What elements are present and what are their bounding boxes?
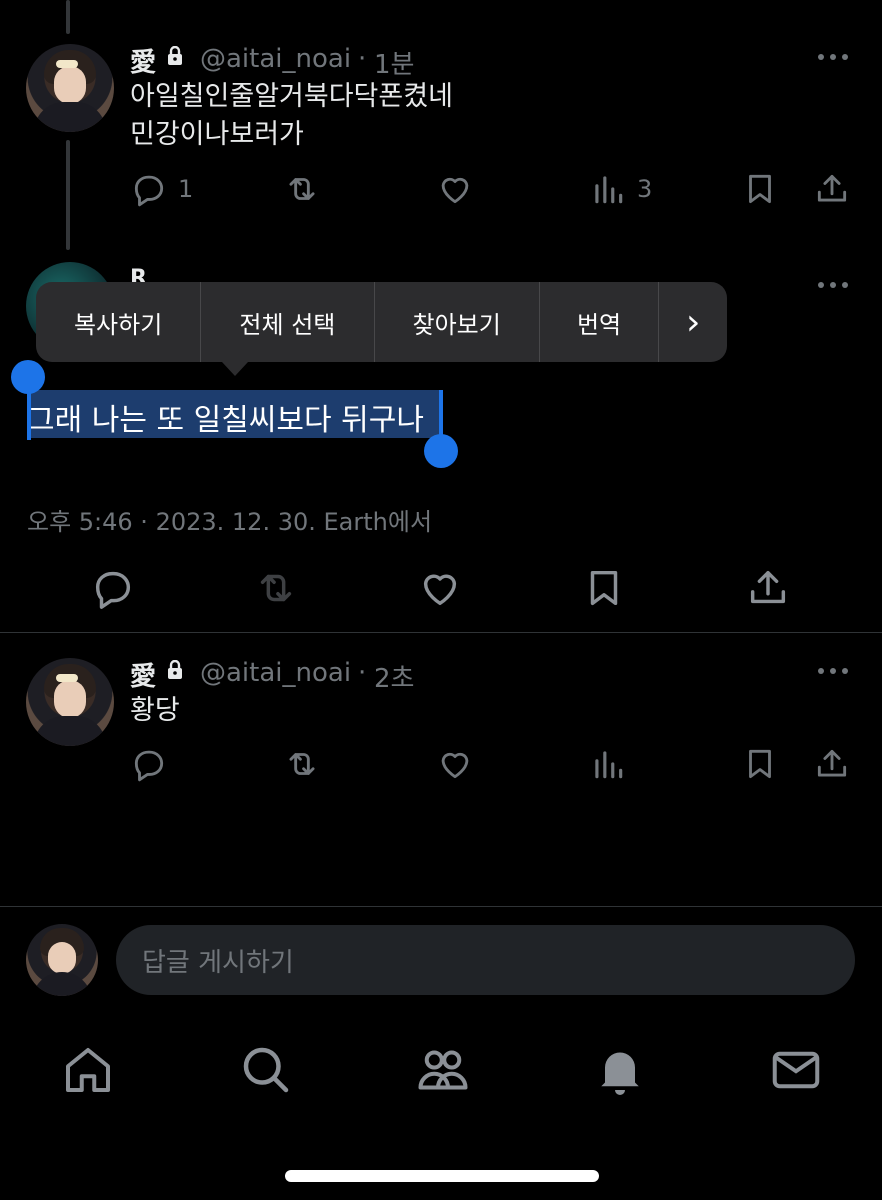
tweet-text: 황당 bbox=[130, 695, 180, 726]
retweet-icon bbox=[260, 574, 292, 602]
views-icon bbox=[595, 751, 623, 779]
tweet-text-line: 아일칠인줄알거북다닥폰켰네 bbox=[130, 81, 453, 112]
selected-tweet-text[interactable]: 그래 나는 또 일칠씨보다 뒤구나 bbox=[27, 395, 424, 439]
reply-button[interactable] bbox=[90, 565, 136, 611]
like-button[interactable] bbox=[436, 170, 474, 208]
display-name[interactable]: 愛 bbox=[130, 42, 156, 79]
bookmark-icon bbox=[749, 174, 771, 204]
notifications-icon bbox=[601, 1052, 639, 1095]
nav-search[interactable] bbox=[236, 1040, 296, 1100]
reply-icon bbox=[95, 571, 131, 609]
search-icon bbox=[243, 1047, 289, 1093]
home-indicator[interactable] bbox=[285, 1170, 599, 1182]
nav-home[interactable] bbox=[58, 1040, 118, 1100]
reply-button[interactable] bbox=[130, 745, 168, 783]
menu-item-translate[interactable]: 번역 bbox=[540, 282, 660, 362]
menu-item-look-up[interactable]: 찾아보기 bbox=[375, 282, 540, 362]
views-icon bbox=[595, 176, 623, 204]
more-options-icon[interactable] bbox=[818, 664, 854, 678]
separator-dot: · bbox=[358, 658, 367, 688]
reply-count: 1 bbox=[178, 175, 194, 203]
retweet-icon bbox=[289, 178, 315, 200]
menu-more-chevron-icon[interactable]: › bbox=[659, 282, 727, 362]
bookmark-icon bbox=[749, 749, 771, 779]
menu-item-copy[interactable]: 복사하기 bbox=[36, 282, 202, 362]
thread-connector-line bbox=[66, 140, 70, 250]
menu-item-select-all[interactable]: 전체 선택 bbox=[201, 282, 375, 362]
tweet-time[interactable]: 1분 bbox=[374, 44, 414, 81]
text-selection-context-menu: 복사하기 전체 선택 찾아보기 번역 › bbox=[36, 282, 727, 362]
like-icon bbox=[441, 177, 469, 204]
reply-placeholder: 답글 게시하기 bbox=[142, 947, 294, 978]
avatar[interactable] bbox=[26, 658, 114, 746]
avatar[interactable] bbox=[26, 44, 114, 132]
share-icon bbox=[817, 174, 847, 202]
reply-button[interactable]: 1 bbox=[130, 170, 193, 208]
bookmark-icon bbox=[590, 570, 618, 606]
views-button[interactable] bbox=[589, 745, 627, 783]
retweet-button bbox=[253, 565, 299, 611]
user-handle[interactable]: @aitai_noai bbox=[200, 44, 351, 74]
retweet-button[interactable] bbox=[283, 745, 321, 783]
reply-icon bbox=[134, 175, 164, 207]
section-divider bbox=[0, 632, 882, 633]
reply-icon bbox=[134, 750, 164, 782]
nav-communities[interactable] bbox=[413, 1040, 473, 1100]
like-button[interactable] bbox=[436, 745, 474, 783]
thread-connector-line bbox=[66, 0, 70, 34]
views-button[interactable]: 3 bbox=[589, 170, 652, 208]
messages-icon bbox=[772, 1051, 820, 1089]
avatar[interactable] bbox=[26, 924, 98, 996]
nav-messages[interactable] bbox=[766, 1040, 826, 1100]
reply-input[interactable]: 답글 게시하기 bbox=[116, 925, 855, 995]
tweet-text-line: 민강이나보러가 bbox=[130, 119, 304, 150]
bookmark-button[interactable] bbox=[741, 745, 779, 783]
more-options-icon[interactable] bbox=[818, 278, 854, 292]
bookmark-button[interactable] bbox=[581, 565, 627, 611]
display-name[interactable]: 愛 bbox=[130, 656, 156, 693]
retweet-button[interactable] bbox=[283, 170, 321, 208]
bookmark-button[interactable] bbox=[741, 170, 779, 208]
nav-notifications[interactable] bbox=[590, 1040, 650, 1100]
share-icon bbox=[750, 570, 786, 604]
lock-icon bbox=[168, 46, 182, 65]
share-icon bbox=[817, 749, 847, 777]
section-divider bbox=[0, 906, 882, 907]
share-button[interactable] bbox=[745, 565, 791, 611]
home-icon bbox=[66, 1048, 110, 1092]
share-button[interactable] bbox=[813, 170, 851, 208]
user-handle[interactable]: @aitai_noai bbox=[200, 658, 351, 688]
lock-icon bbox=[168, 660, 182, 679]
like-icon bbox=[423, 574, 457, 606]
more-options-icon[interactable] bbox=[818, 50, 854, 64]
share-button[interactable] bbox=[813, 745, 851, 783]
selection-start-handle[interactable] bbox=[11, 360, 45, 394]
separator-dot: · bbox=[358, 44, 367, 74]
communities-icon bbox=[418, 1050, 468, 1090]
retweet-icon bbox=[289, 753, 315, 775]
selection-end-handle[interactable] bbox=[424, 434, 458, 468]
tweet-timestamp-meta: 오후 5:46 · 2023. 12. 30. Earth에서 bbox=[27, 508, 433, 536]
tweet-time[interactable]: 2초 bbox=[374, 658, 414, 695]
like-button[interactable] bbox=[417, 565, 463, 611]
context-menu-pointer bbox=[222, 362, 248, 376]
views-count: 3 bbox=[637, 175, 653, 203]
like-icon bbox=[441, 752, 469, 779]
